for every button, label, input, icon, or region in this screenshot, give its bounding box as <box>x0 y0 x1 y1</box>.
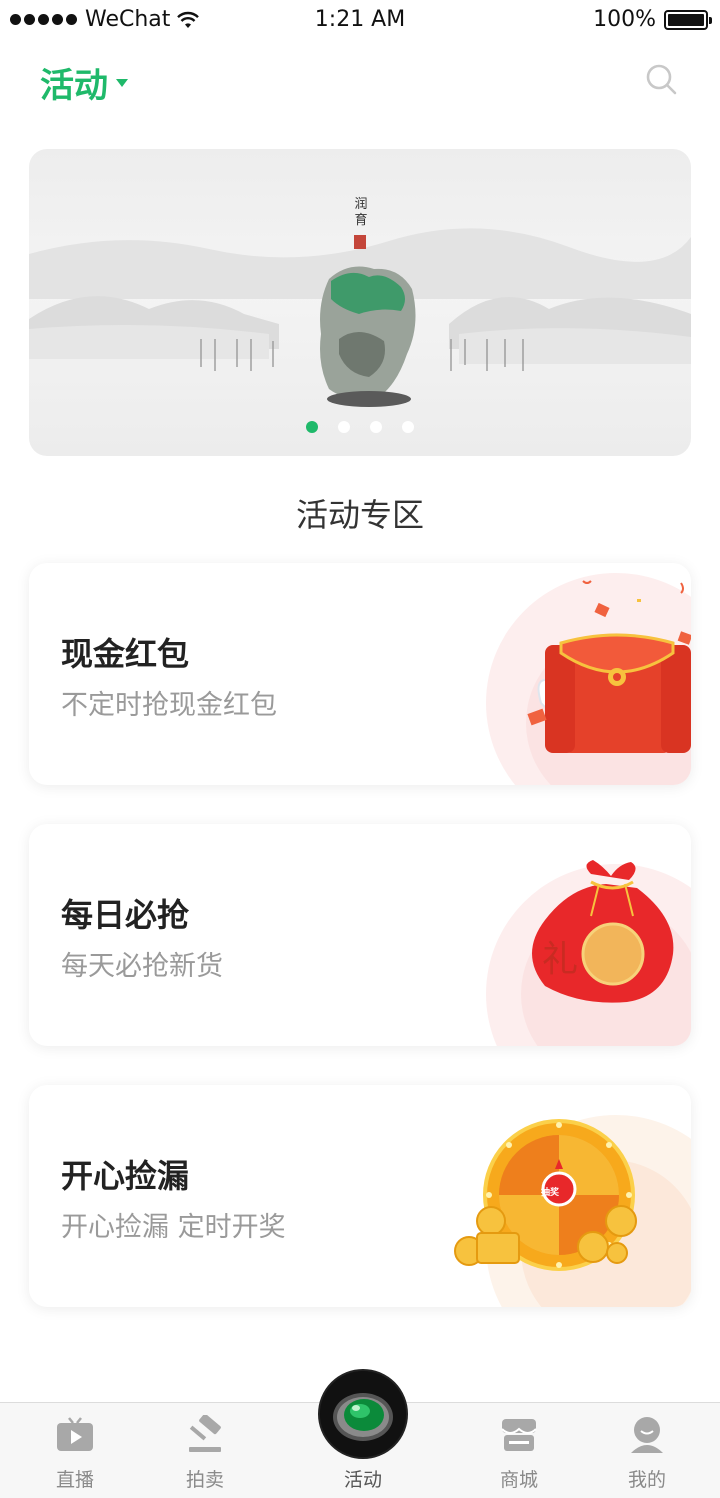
card-subtitle: 每天必抢新货 <box>61 951 223 982</box>
card-title: 现金红包 <box>61 635 190 673</box>
tab-profile[interactable]: 我的 <box>592 1403 702 1498</box>
red-envelope-icon <box>486 573 691 785</box>
lottery-badge: 抽奖 <box>540 1188 559 1198</box>
search-icon[interactable] <box>644 62 680 98</box>
banner-caption: 润育 <box>354 197 368 228</box>
activity-card-lottery[interactable]: 开心捡漏 开心捡漏 定时开奖 抽奖 <box>29 1085 691 1307</box>
carousel-dot[interactable] <box>402 421 414 433</box>
carousel-dot[interactable] <box>370 421 382 433</box>
tab-label: 活动 <box>343 1469 382 1491</box>
battery-icon <box>664 9 712 30</box>
header: 活动 <box>0 50 720 114</box>
activity-card-daily-deal[interactable]: 每日必抢 每天必抢新货 礼 <box>29 824 691 1046</box>
card-title: 每日必抢 <box>61 896 190 934</box>
tab-auction[interactable]: 拍卖 <box>150 1403 260 1498</box>
tab-label: 拍卖 <box>185 1469 224 1491</box>
user-icon <box>631 1417 663 1453</box>
caret-down-icon <box>116 78 128 87</box>
status-bar: WeChat 1:21 AM 100% <box>0 0 720 40</box>
card-subtitle: 开心捡漏 定时开奖 <box>61 1212 286 1243</box>
store-icon <box>501 1419 537 1451</box>
battery-percent: 100% <box>593 7 656 32</box>
tv-icon <box>57 1417 93 1451</box>
tab-mall[interactable]: 商城 <box>464 1403 574 1498</box>
tab-label: 我的 <box>627 1469 666 1491</box>
card-subtitle: 不定时抢现金红包 <box>61 690 277 721</box>
carousel-indicator <box>29 421 691 433</box>
banner-image <box>29 228 691 407</box>
category-dropdown[interactable]: 活动 <box>40 58 128 107</box>
status-right: 100% <box>593 7 712 32</box>
tab-label: 直播 <box>55 1469 94 1491</box>
carousel-dot[interactable] <box>306 421 318 433</box>
page-title: 活动 <box>40 66 108 106</box>
section-title: 活动专区 <box>295 496 424 534</box>
card-title: 开心捡漏 <box>61 1157 190 1195</box>
gavel-icon <box>189 1415 221 1452</box>
jade-ring-icon[interactable] <box>318 1369 408 1459</box>
gift-badge: 礼 <box>541 939 578 980</box>
tab-label: 商城 <box>499 1469 538 1491</box>
tab-live[interactable]: 直播 <box>20 1403 130 1498</box>
banner-carousel[interactable]: 润育 <box>29 149 691 456</box>
carousel-dot[interactable] <box>338 421 350 433</box>
activity-card-cash-red-envelope[interactable]: 现金红包 不定时抢现金红包 <box>29 563 691 785</box>
